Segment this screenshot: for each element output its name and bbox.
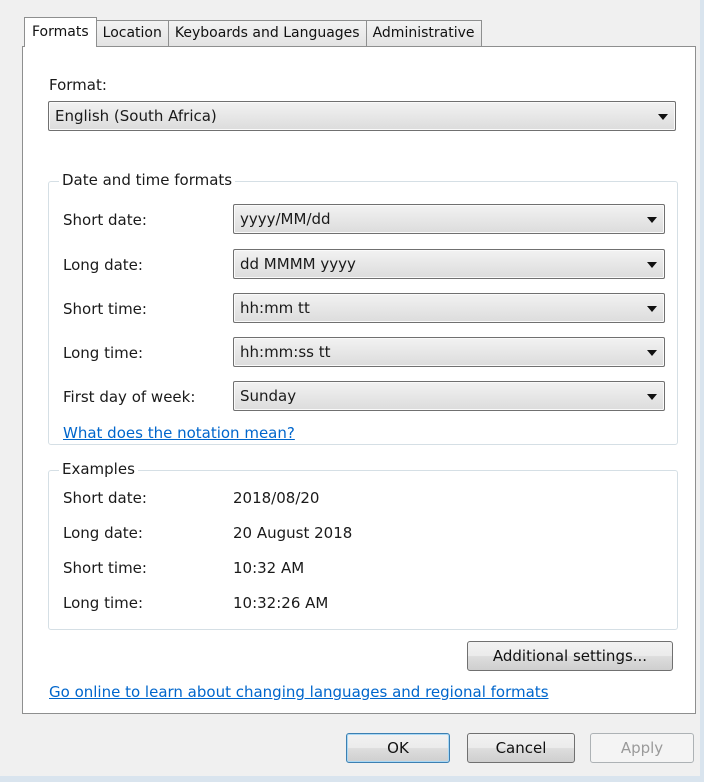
tab-formats[interactable]: Formats <box>24 17 97 47</box>
format-label: Format: <box>49 76 107 94</box>
chevron-down-icon <box>647 350 657 356</box>
short-date-label: Short date: <box>63 211 147 229</box>
date-time-formats-group: Date and time formats Short date: yyyy/M… <box>48 171 678 445</box>
format-dropdown[interactable]: English (South Africa) <box>48 101 676 131</box>
chevron-down-icon <box>647 262 657 268</box>
additional-settings-button[interactable]: Additional settings... <box>467 641 673 671</box>
cancel-button[interactable]: Cancel <box>467 733 575 763</box>
window-frame-right <box>700 0 704 782</box>
first-day-of-week-label: First day of week: <box>63 388 196 406</box>
date-time-formats-title: Date and time formats <box>59 171 236 189</box>
chevron-down-icon <box>658 114 668 120</box>
first-day-of-week-dropdown[interactable]: Sunday <box>233 381 665 411</box>
format-dropdown-value: English (South Africa) <box>55 107 217 125</box>
ok-button[interactable]: OK <box>346 733 450 763</box>
short-time-label: Short time: <box>63 300 147 318</box>
tab-administrative[interactable]: Administrative <box>365 20 482 46</box>
long-time-value: hh:mm:ss tt <box>240 343 331 361</box>
online-regional-formats-link[interactable]: Go online to learn about changing langua… <box>49 683 549 701</box>
long-date-label: Long date: <box>63 256 143 274</box>
tab-keyboards-and-languages[interactable]: Keyboards and Languages <box>167 20 367 46</box>
examples-group: Examples Short date: 2018/08/20 Long dat… <box>48 460 678 630</box>
window-frame-bottom <box>0 776 704 782</box>
apply-button[interactable]: Apply <box>590 733 694 763</box>
short-date-dropdown[interactable]: yyyy/MM/dd <box>233 204 665 234</box>
short-date-value: yyyy/MM/dd <box>240 210 331 228</box>
first-day-of-week-value: Sunday <box>240 387 297 405</box>
long-date-value: dd MMMM yyyy <box>240 255 356 273</box>
tab-location[interactable]: Location <box>95 20 169 46</box>
example-short-time-value: 10:32 AM <box>233 559 305 577</box>
short-time-dropdown[interactable]: hh:mm tt <box>233 293 665 323</box>
notation-help-link[interactable]: What does the notation mean? <box>63 424 295 442</box>
chevron-down-icon <box>647 217 657 223</box>
example-long-time-value: 10:32:26 AM <box>233 594 329 612</box>
example-short-date-label: Short date: <box>63 489 147 507</box>
example-long-date-value: 20 August 2018 <box>233 524 353 542</box>
long-time-dropdown[interactable]: hh:mm:ss tt <box>233 337 665 367</box>
formats-panel: Format: English (South Africa) Date and … <box>22 46 696 714</box>
long-date-dropdown[interactable]: dd MMMM yyyy <box>233 249 665 279</box>
chevron-down-icon <box>647 306 657 312</box>
example-long-date-label: Long date: <box>63 524 143 542</box>
example-long-time-label: Long time: <box>63 594 144 612</box>
tab-strip: Formats Location Keyboards and Languages… <box>24 17 482 47</box>
examples-title: Examples <box>59 460 138 478</box>
region-dialog: Formats Location Keyboards and Languages… <box>0 0 704 782</box>
long-time-label: Long time: <box>63 344 144 362</box>
short-time-value: hh:mm tt <box>240 299 310 317</box>
example-short-date-value: 2018/08/20 <box>233 489 320 507</box>
chevron-down-icon <box>647 394 657 400</box>
example-short-time-label: Short time: <box>63 559 147 577</box>
